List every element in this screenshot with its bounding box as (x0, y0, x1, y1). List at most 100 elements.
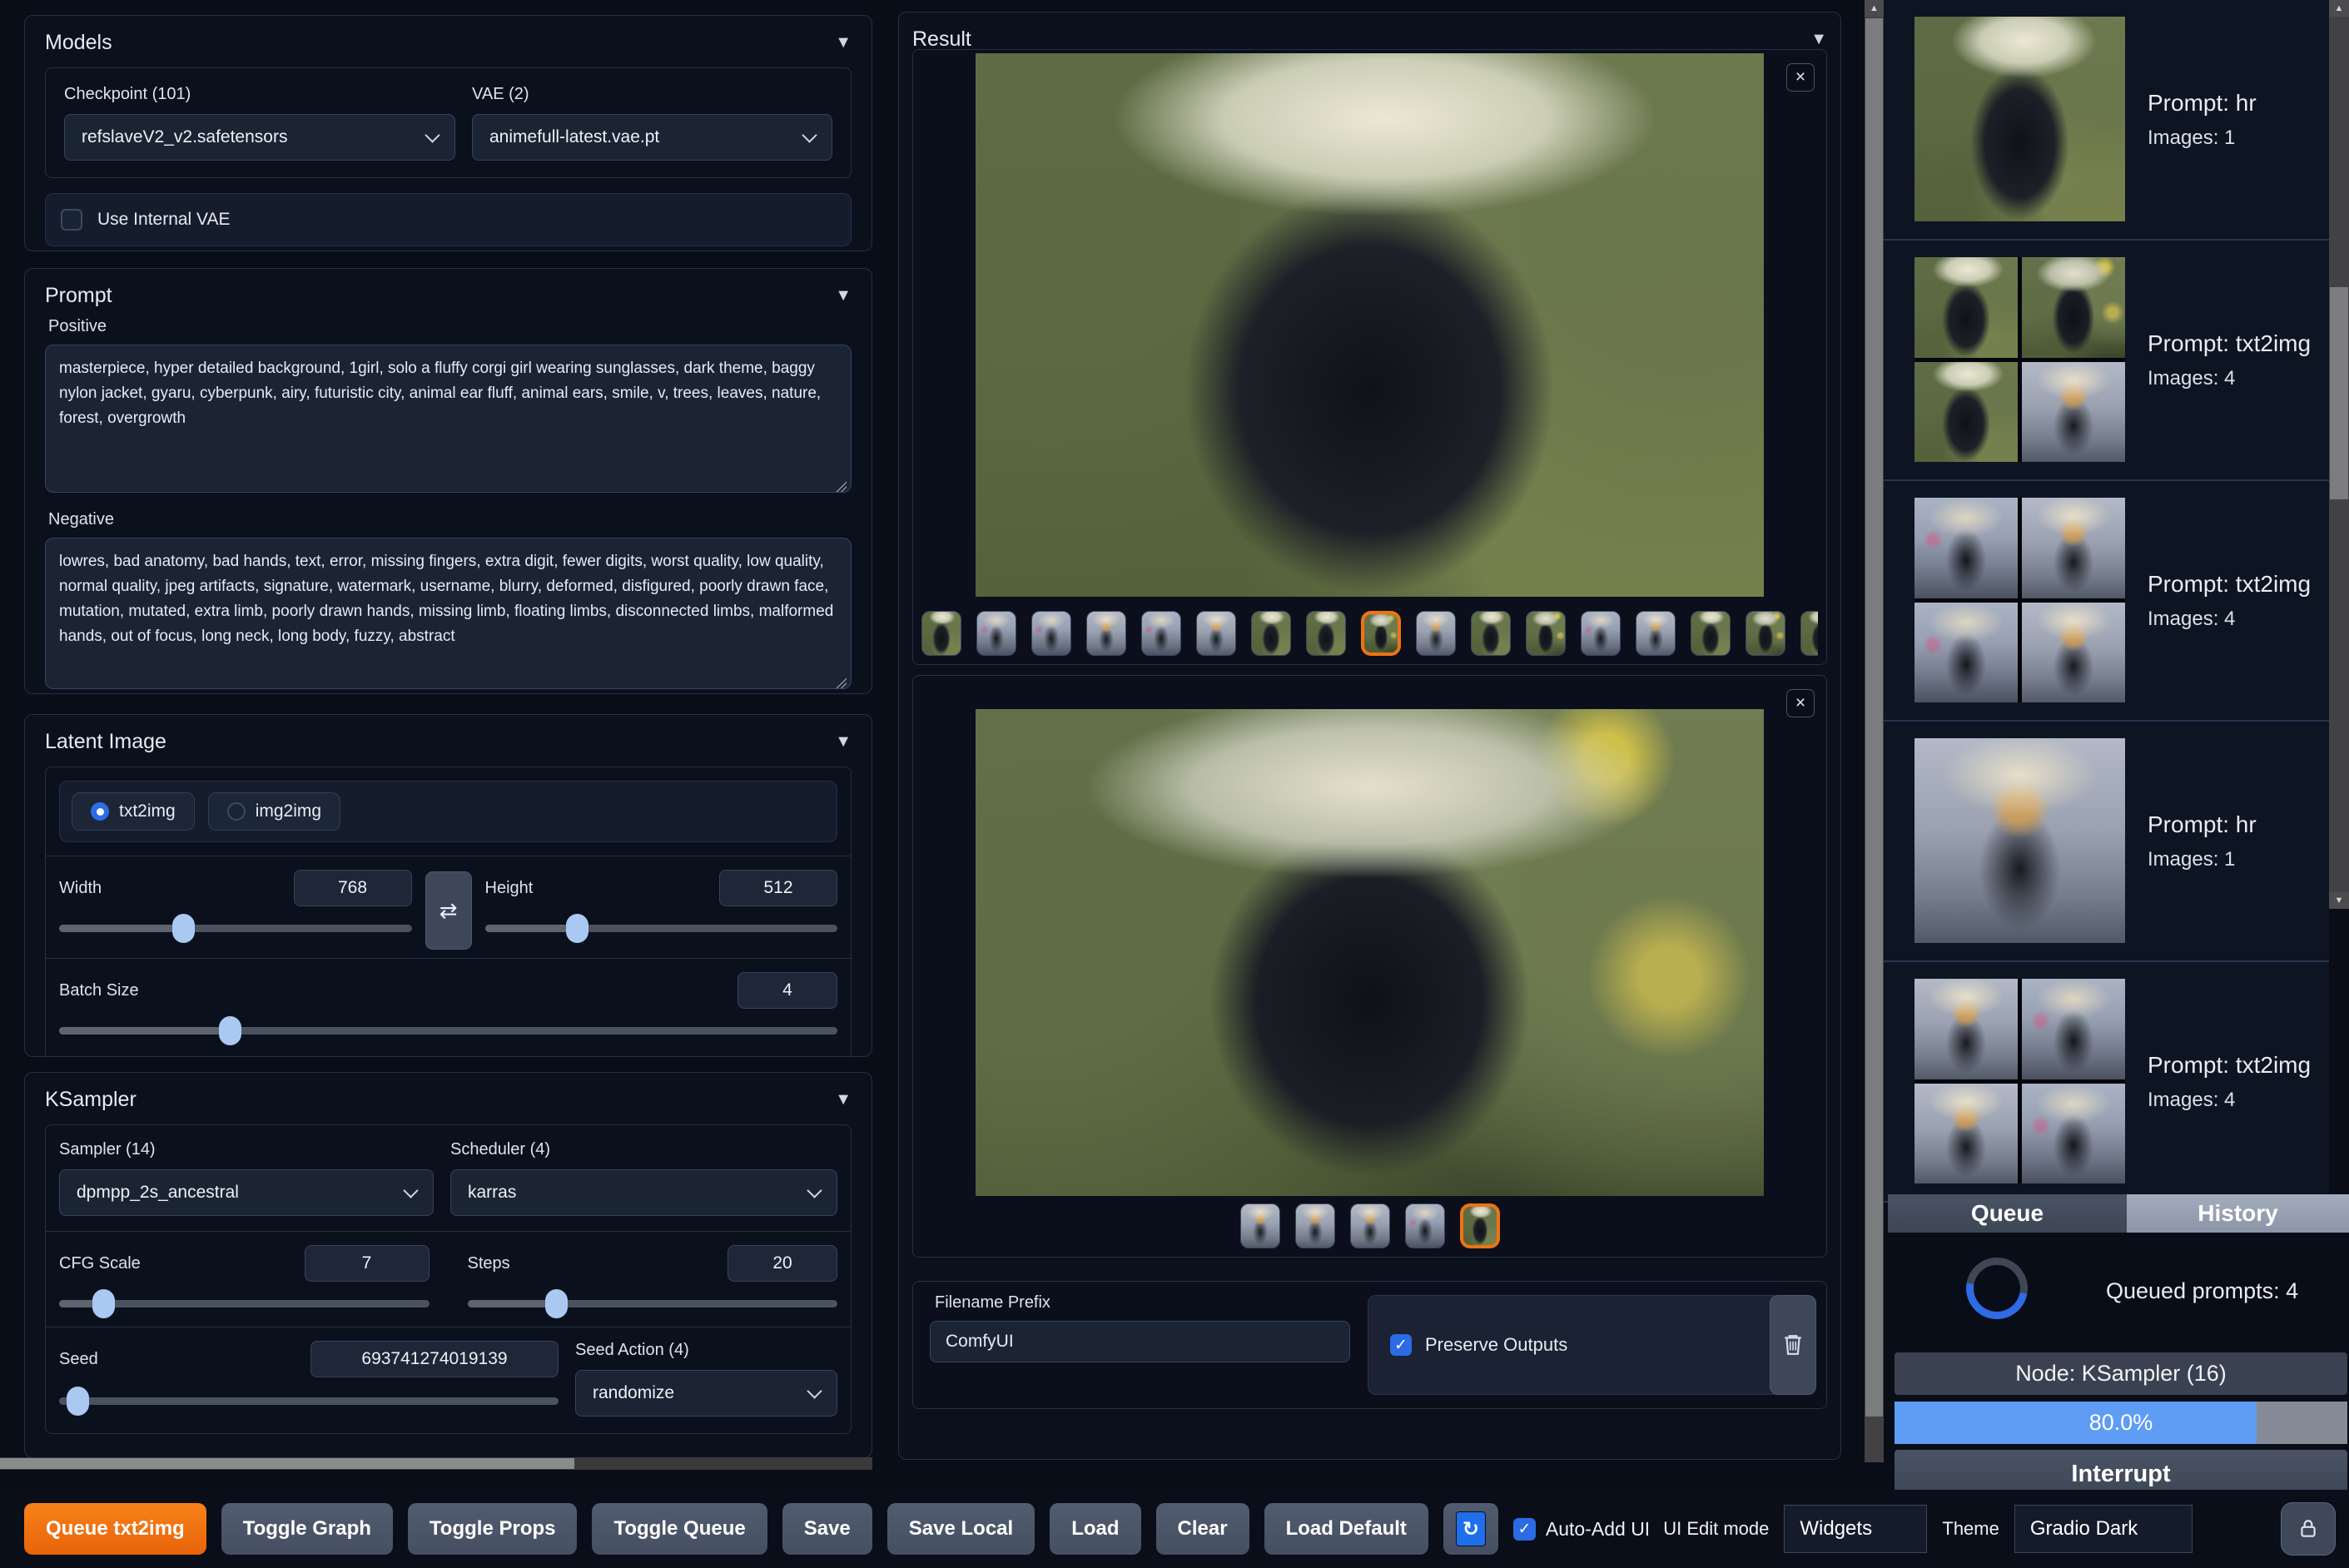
gallery-thumbnail[interactable] (1349, 1203, 1390, 1248)
seed-input[interactable]: 693741274019139 (310, 1341, 559, 1377)
queue-entry[interactable]: Prompt: hr Images: 1 (1884, 722, 2329, 962)
close-icon[interactable]: × (1786, 63, 1815, 92)
radio-selected-icon (91, 802, 109, 821)
steps-input[interactable]: 20 (728, 1245, 837, 1282)
delete-outputs-button[interactable] (1770, 1295, 1816, 1395)
mode-option-img2img[interactable]: img2img (207, 792, 341, 831)
height-input[interactable]: 512 (719, 870, 837, 906)
use-internal-vae-checkbox[interactable] (61, 209, 82, 231)
collapse-icon[interactable]: ▼ (835, 286, 852, 305)
gallery-thumbnail[interactable] (1526, 611, 1566, 656)
gallery-thumbnail[interactable] (1800, 611, 1818, 656)
gallery-thumbnail[interactable] (1636, 611, 1676, 656)
auto-add-ui-checkbox[interactable]: ✓ (1512, 1517, 1536, 1541)
scheduler-dropdown[interactable]: karras (450, 1169, 837, 1216)
height-slider[interactable] (484, 913, 837, 943)
save-button[interactable]: Save (782, 1503, 872, 1555)
gallery-thumbnail[interactable] (1581, 611, 1621, 656)
theme-select[interactable]: Gradio Dark (2014, 1505, 2193, 1553)
close-icon[interactable]: × (1786, 689, 1815, 717)
toggle-props-button[interactable]: Toggle Props (407, 1503, 578, 1555)
scrollbar-thumb[interactable] (2330, 287, 2348, 499)
queue-entry[interactable]: Prompt: txt2img Images: 4 (1884, 241, 2329, 481)
parameters-panel: Models ▼ Checkpoint (101) refslaveV2_v2.… (24, 12, 872, 1461)
gallery-thumbnail[interactable] (1196, 611, 1236, 656)
queue-txt2img-button[interactable]: Queue txt2img (24, 1503, 206, 1555)
load-default-button[interactable]: Load Default (1264, 1503, 1428, 1555)
gallery-thumbnail-selected[interactable] (1459, 1203, 1500, 1248)
result-gallery-1: × (912, 49, 1827, 665)
resize-grip-icon[interactable] (835, 677, 847, 688)
main-vertical-scrollbar[interactable]: ▲ (1865, 0, 1884, 1462)
batch-size-input[interactable]: 4 (737, 972, 837, 1009)
mode-option-txt2img[interactable]: txt2img (72, 792, 195, 831)
resize-grip-icon[interactable] (835, 480, 847, 492)
clear-button[interactable]: Clear (1155, 1503, 1249, 1555)
queue-entry[interactable]: Prompt: txt2img Images: 4 (1884, 962, 2329, 1203)
gallery-thumbnail[interactable] (976, 611, 1016, 656)
result-image-2[interactable] (976, 709, 1764, 1196)
scroll-up-icon[interactable]: ▲ (1865, 0, 1884, 17)
queue-entry-thumbnail[interactable] (1914, 738, 2125, 943)
lock-button[interactable] (2281, 1502, 2336, 1556)
seed-slider[interactable] (59, 1386, 559, 1416)
queue-entry[interactable]: Prompt: hr Images: 1 (1884, 0, 2329, 241)
gallery-thumbnail[interactable] (1086, 611, 1126, 656)
ui-edit-mode-select[interactable]: Widgets (1784, 1505, 1928, 1553)
gallery-thumbnail[interactable] (1031, 611, 1071, 656)
gallery-thumbnail[interactable] (1471, 611, 1511, 656)
positive-prompt-input[interactable]: masterpiece, hyper detailed background, … (45, 345, 852, 493)
scrollbar-thumb[interactable] (0, 1458, 574, 1469)
queue-entry-images: Images: 1 (2148, 126, 2236, 149)
scroll-up-icon[interactable]: ▲ (2329, 0, 2349, 17)
save-local-button[interactable]: Save Local (886, 1503, 1035, 1555)
sidebar-vertical-scrollbar[interactable]: ▲ ▼ (2329, 0, 2349, 909)
seed-action-dropdown[interactable]: randomize (575, 1370, 837, 1417)
scroll-down-icon[interactable]: ▼ (2329, 892, 2349, 909)
gallery-thumbnail[interactable] (1306, 611, 1346, 656)
gallery-thumbnail[interactable] (1294, 1203, 1335, 1248)
gallery-thumbnail[interactable] (1416, 611, 1456, 656)
gallery-thumbnail[interactable] (1141, 611, 1181, 656)
queue-entry[interactable]: Prompt: txt2img Images: 4 (1884, 481, 2329, 722)
batch-size-slider[interactable] (59, 1015, 837, 1045)
tab-queue[interactable]: Queue (1888, 1194, 2127, 1233)
result-image-1[interactable] (976, 53, 1764, 597)
bottom-toolbar: Queue txt2img Toggle Graph Toggle Props … (0, 1490, 2349, 1568)
preserve-outputs-checkbox[interactable]: ✓ (1390, 1334, 1412, 1356)
gallery-thumbnail-selected[interactable] (1361, 611, 1401, 656)
use-internal-vae-row: Use Internal VAE (45, 193, 852, 246)
gallery-thumbnail[interactable] (1746, 611, 1785, 656)
filename-prefix-input[interactable]: ComfyUI (930, 1321, 1350, 1362)
horizontal-scrollbar[interactable] (0, 1457, 872, 1470)
gallery-thumbnail[interactable] (1691, 611, 1731, 656)
filename-row: Filename Prefix ComfyUI ✓ Preserve Outpu… (912, 1281, 1827, 1409)
collapse-icon[interactable]: ▼ (1810, 30, 1827, 49)
gallery-thumbnail[interactable] (1404, 1203, 1445, 1248)
toggle-graph-button[interactable]: Toggle Graph (221, 1503, 393, 1555)
swap-dimensions-button[interactable]: ⇄ (425, 871, 472, 950)
toggle-queue-button[interactable]: Toggle Queue (592, 1503, 767, 1555)
collapse-icon[interactable]: ▼ (835, 732, 852, 752)
cfg-scale-slider[interactable] (59, 1288, 430, 1318)
sampler-dropdown[interactable]: dpmpp_2s_ancestral (59, 1169, 434, 1216)
refresh-button[interactable]: ↻ (1443, 1503, 1498, 1555)
steps-slider[interactable] (467, 1288, 837, 1318)
tab-history[interactable]: History (2127, 1194, 2349, 1233)
collapse-icon[interactable]: ▼ (835, 1090, 852, 1109)
gallery-thumbnail[interactable] (1239, 1203, 1280, 1248)
width-slider[interactable] (59, 913, 412, 943)
gallery-thumbnail[interactable] (921, 611, 961, 656)
collapse-icon[interactable]: ▼ (835, 33, 852, 52)
load-button[interactable]: Load (1050, 1503, 1141, 1555)
models-section: Models ▼ Checkpoint (101) refslaveV2_v2.… (24, 15, 872, 251)
negative-prompt-input[interactable]: lowres, bad anatomy, bad hands, text, er… (45, 538, 852, 689)
vae-dropdown[interactable]: animefull-latest.vae.pt (472, 114, 832, 161)
queue-entry-prompt: Prompt: txt2img (2148, 570, 2312, 597)
gallery-thumbnail[interactable] (1251, 611, 1291, 656)
checkpoint-dropdown[interactable]: refslaveV2_v2.safetensors (64, 114, 455, 161)
scrollbar-thumb[interactable] (1865, 18, 1883, 1417)
cfg-scale-input[interactable]: 7 (304, 1245, 430, 1282)
width-input[interactable]: 768 (293, 870, 412, 906)
queue-entry-thumbnail[interactable] (1914, 17, 2125, 221)
